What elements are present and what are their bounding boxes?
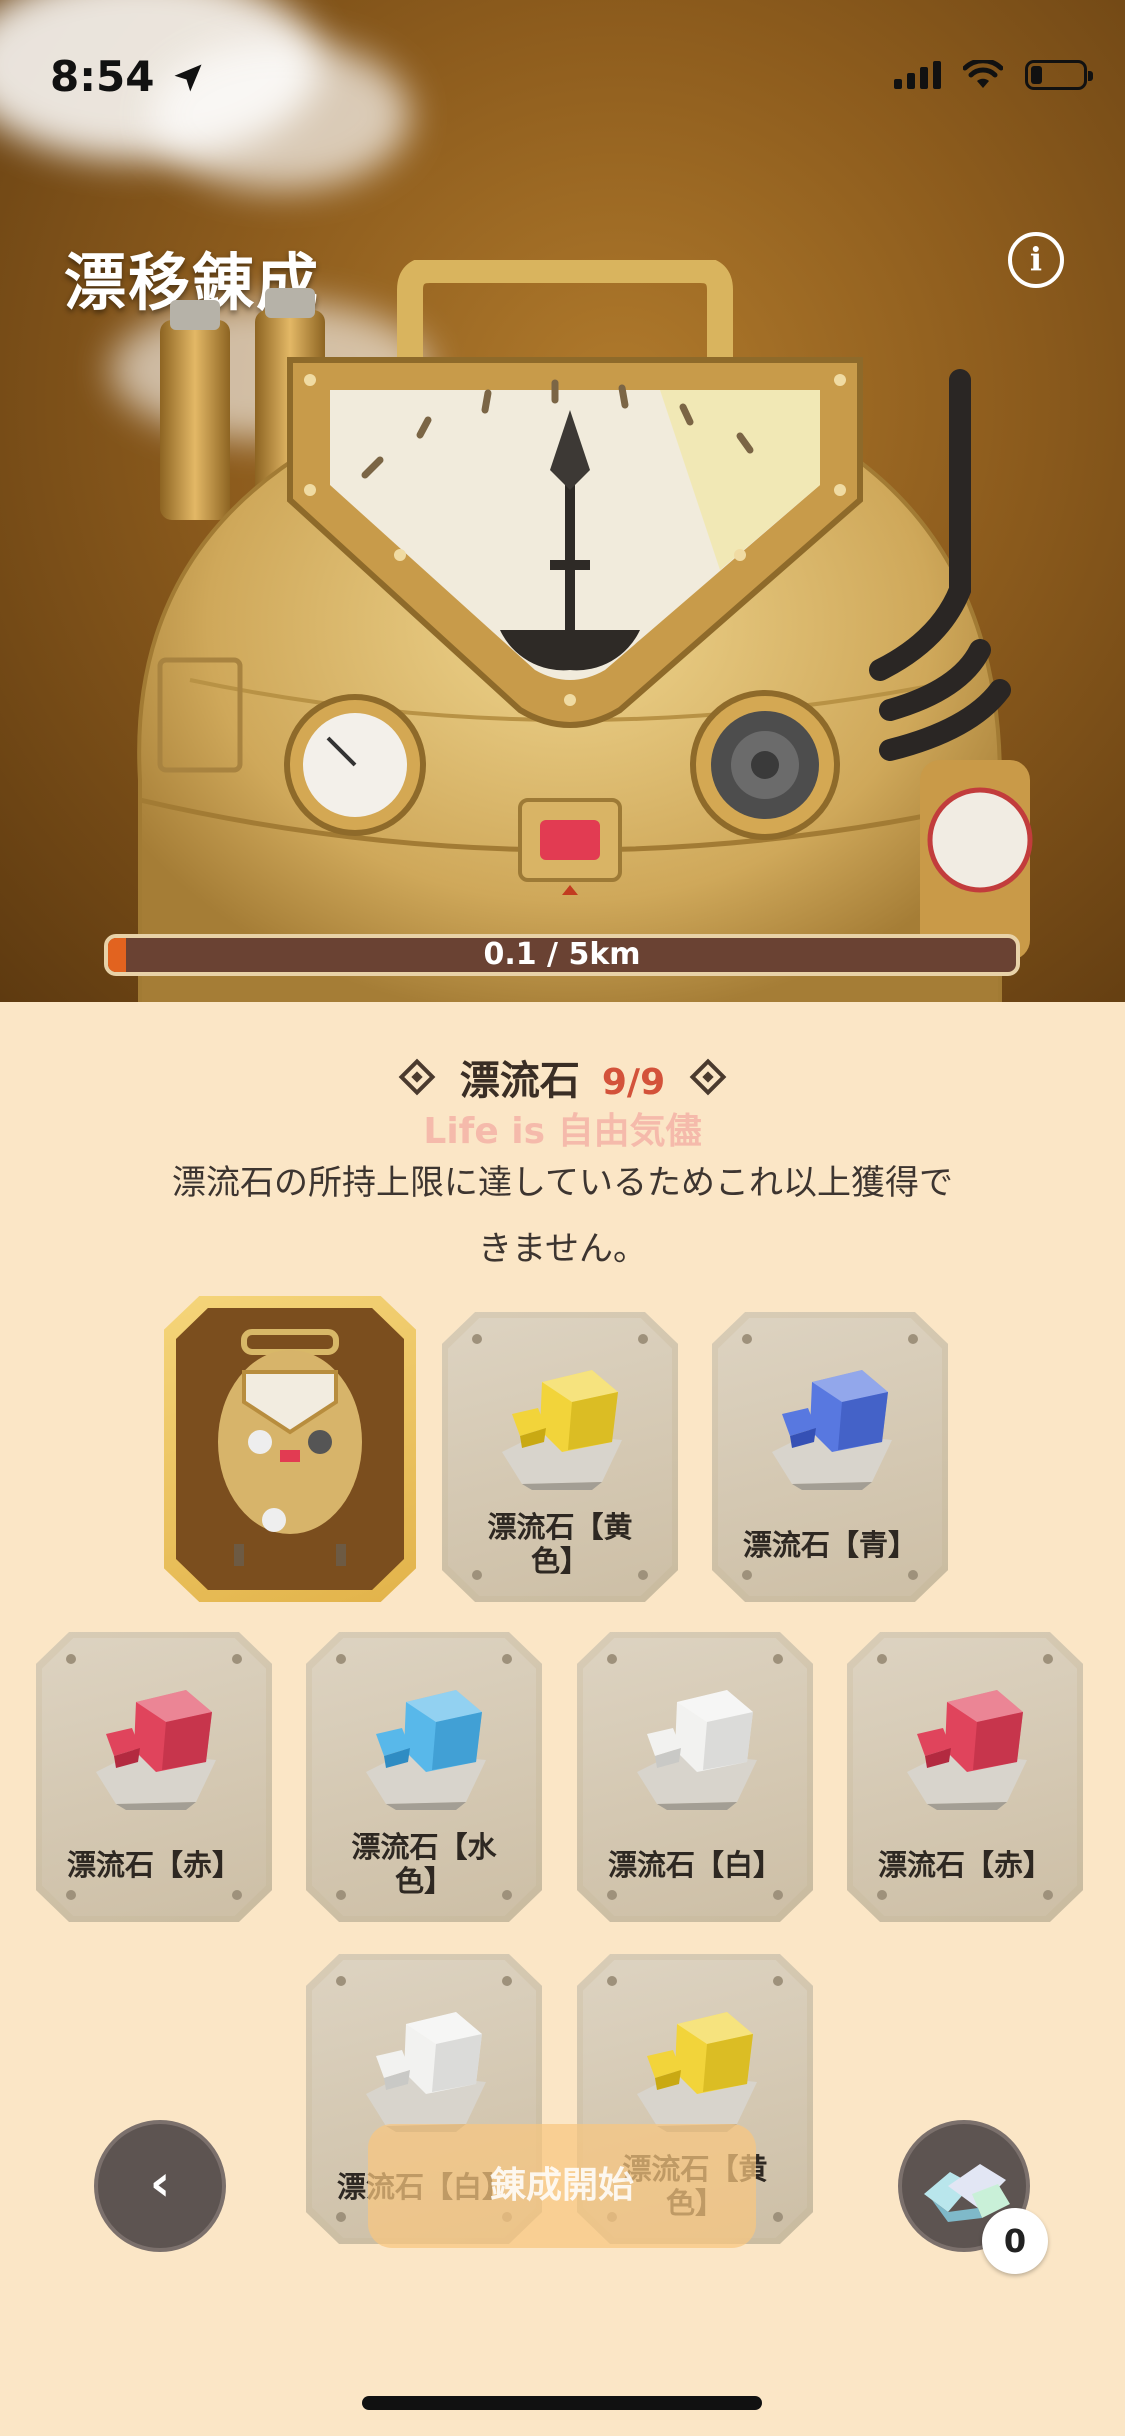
- rivet: [232, 1654, 242, 1664]
- rivet: [638, 1334, 648, 1344]
- crystal-stone-icon: [502, 1370, 622, 1490]
- distance-progress-bar: 0.1 / 5km: [104, 934, 1020, 976]
- stone-card[interactable]: 漂流石【赤】: [36, 1632, 272, 1922]
- stone-card-label: 漂流石【黄色】: [487, 1510, 633, 1578]
- rivet: [877, 1654, 887, 1664]
- chevron-left-icon: ‹: [149, 2154, 171, 2212]
- rivet: [66, 1654, 76, 1664]
- stone-count: 9/9: [601, 1062, 666, 1103]
- stone-header: 漂流石 9/9: [0, 1048, 1125, 1106]
- stone-card-label: 漂流石【赤】: [877, 1848, 1052, 1882]
- alchemy-machine-illustration: [137, 260, 1033, 1002]
- rivet: [773, 1654, 783, 1664]
- rivet: [232, 1890, 242, 1900]
- alchemy-panel: 漂流石 9/9 Life is 自由気儘 漂流石の所持上限に達しているためこれ以…: [0, 1002, 1125, 2436]
- status-time: 8:54: [50, 52, 155, 101]
- machine-thumbnail-icon: [218, 1329, 362, 1566]
- rivet: [472, 1334, 482, 1344]
- crystal-stone-icon: [366, 1690, 486, 1810]
- start-alchemy-button[interactable]: 錬成開始: [368, 2124, 756, 2248]
- rivet: [607, 1890, 617, 1900]
- stone-card[interactable]: 漂流石【白】: [577, 1632, 813, 1922]
- rivet: [773, 1890, 783, 1900]
- stone-card-label: 漂流石【青】: [742, 1528, 917, 1562]
- home-indicator: [362, 2396, 762, 2410]
- rivet: [742, 1334, 752, 1344]
- rivet: [502, 1654, 512, 1664]
- rivet: [908, 1334, 918, 1344]
- battery-icon: [1025, 60, 1093, 90]
- stone-card-label: 漂流石【赤】: [66, 1848, 241, 1882]
- location-arrow-icon: [174, 64, 202, 92]
- rivet: [742, 1570, 752, 1580]
- stone-name: 漂流石: [459, 1058, 580, 1104]
- diamond-ornament-icon: [689, 1058, 727, 1096]
- stone-card-label: 漂流石【水 色】: [351, 1830, 497, 1898]
- wifi-icon: [963, 60, 1003, 88]
- machine-card[interactable]: [164, 1296, 416, 1602]
- rivet: [336, 1976, 346, 1986]
- crystal-count-badge: 0: [982, 2208, 1048, 2274]
- back-button[interactable]: ‹: [94, 2120, 226, 2252]
- rivet: [502, 1976, 512, 1986]
- crystal-stone-icon: [637, 1690, 757, 1810]
- rivet: [336, 1654, 346, 1664]
- stone-card-label: 漂流石【白】: [607, 1848, 782, 1882]
- crystal-stone-icon: [96, 1690, 216, 1810]
- rivet: [773, 1976, 783, 1986]
- rivet: [607, 1654, 617, 1664]
- limit-message: 漂流石の所持上限に達しているためこれ以上獲得で きません。: [172, 1163, 953, 1269]
- crystal-stone-icon: [907, 1690, 1027, 1810]
- rivet: [607, 1976, 617, 1986]
- crystal-stone-icon: [366, 2012, 486, 2132]
- bottom-bar: ‹ 錬成開始 0: [0, 2120, 1125, 2274]
- crystal-stone-icon: [772, 1370, 892, 1490]
- stone-card[interactable]: 漂流石【青】: [712, 1312, 948, 1602]
- stone-card[interactable]: 漂流石【赤】: [847, 1632, 1083, 1922]
- rivet: [1043, 1890, 1053, 1900]
- rivet: [908, 1570, 918, 1580]
- hero-illustration: 8:54 漂移錬成 i 0.1 / 5km: [0, 0, 1125, 1002]
- rivet: [66, 1890, 76, 1900]
- rivet: [1043, 1654, 1053, 1664]
- stone-card[interactable]: 漂流石【黄色】: [442, 1312, 678, 1602]
- rivet: [877, 1890, 887, 1900]
- cellular-signal-icon: [894, 61, 941, 89]
- watermark: Life is 自由気儘: [423, 1111, 702, 1152]
- stone-card[interactable]: 漂流石【水 色】: [306, 1632, 542, 1922]
- status-icons: [894, 60, 1093, 90]
- progress-text: 0.1 / 5km: [483, 937, 641, 972]
- diamond-ornament-icon: [398, 1058, 436, 1096]
- crystal-stone-icon: [637, 2012, 757, 2132]
